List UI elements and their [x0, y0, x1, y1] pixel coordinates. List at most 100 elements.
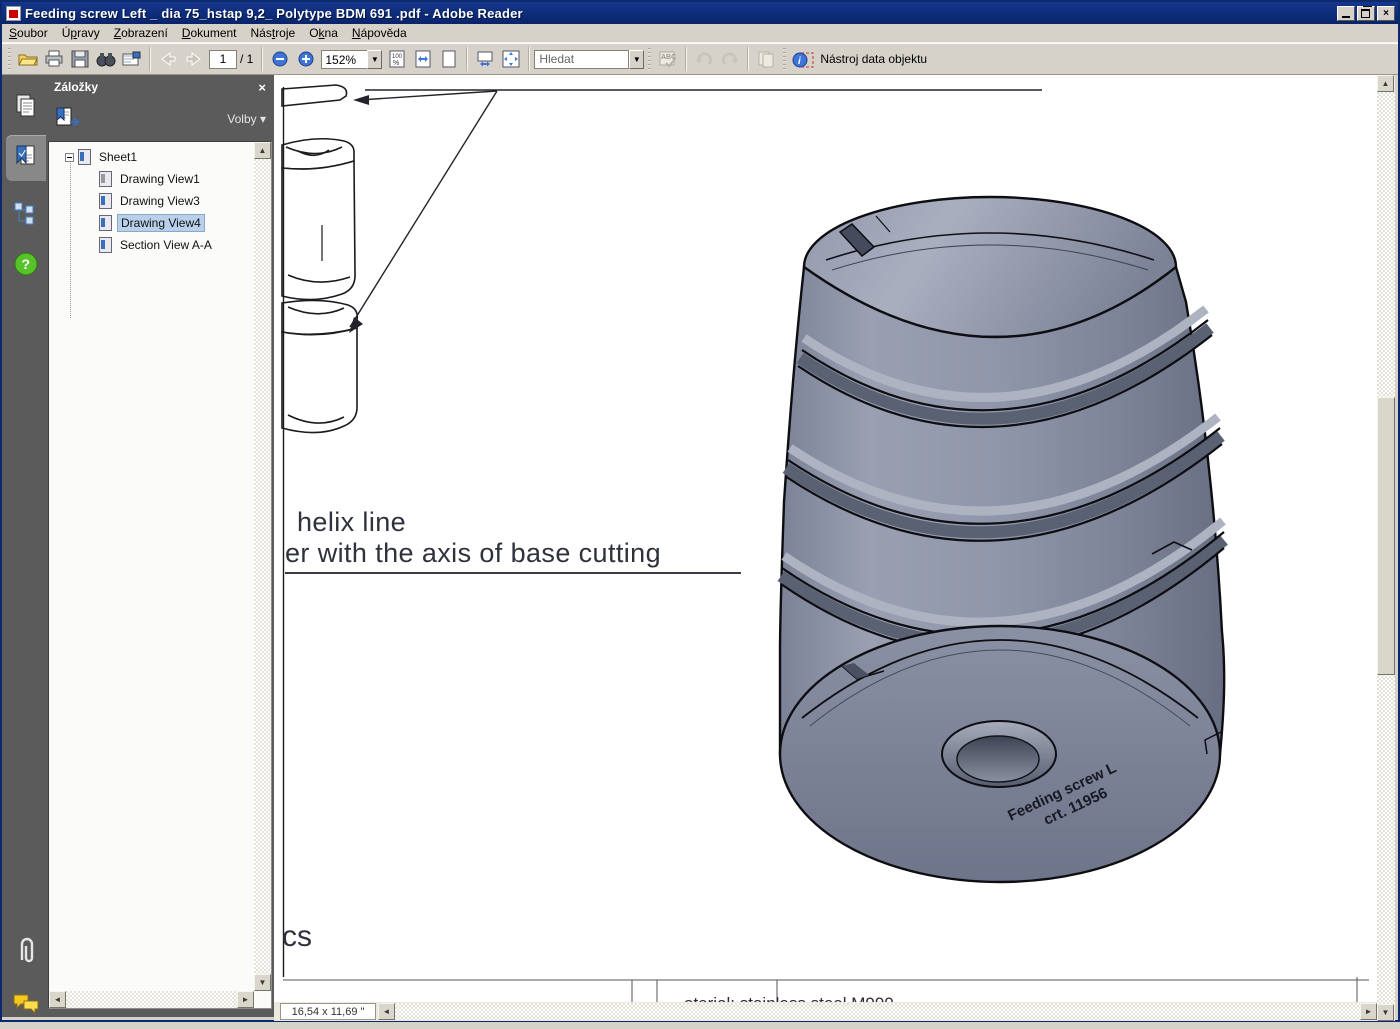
fit-width-button[interactable] [410, 46, 436, 72]
scroll-up-icon[interactable]: ▲ [254, 142, 271, 159]
model-tree-icon [13, 201, 39, 232]
scroll-pages-button[interactable] [472, 46, 498, 72]
scroll-left-icon[interactable]: ◄ [49, 991, 66, 1008]
floppy-save-icon [71, 50, 89, 68]
fit-page-button[interactable] [436, 46, 462, 72]
bookmarks-panel-toolbar: Volby ▾ [46, 99, 274, 139]
scroll-right-icon[interactable]: ► [237, 991, 254, 1008]
menu-dokument[interactable]: Dokument [175, 24, 244, 42]
object-data-tool-button[interactable]: i [790, 46, 816, 72]
adobe-reader-window: Feeding screw Left _ dia 75_hstap 9,2_ P… [0, 0, 1400, 1022]
tree-vertical-scrollbar[interactable]: ▲ ▼ [254, 142, 271, 991]
search-input[interactable] [534, 50, 629, 69]
zoom-in-button[interactable] [293, 46, 319, 72]
object-data-tool-label[interactable]: Nástroj data objektu [820, 52, 927, 66]
attachments-tab[interactable] [6, 930, 46, 976]
email-icon [122, 51, 142, 67]
document-horizontal-scrollbar[interactable]: 16,54 x 11,69 " ◄ ► [274, 1002, 1377, 1021]
previous-page-button[interactable] [155, 46, 181, 72]
bookmark-drawing-view3[interactable]: Drawing View3 [99, 190, 203, 212]
toolbar-grip[interactable] [8, 48, 11, 70]
collapse-expander-icon[interactable] [65, 153, 74, 162]
toolbar: / 1 152% ▼ 100% ▼ ABC [2, 43, 1398, 75]
copy-icon [757, 50, 775, 68]
bookmarks-icon [14, 143, 38, 174]
save-button[interactable] [67, 46, 93, 72]
zoom-level-combo[interactable]: 152% ▼ [321, 50, 382, 69]
titlebar[interactable]: Feeding screw Left _ dia 75_hstap 9,2_ P… [2, 2, 1398, 24]
menu-napoveda[interactable]: Nápověda [345, 24, 414, 42]
menu-okna[interactable]: Okna [302, 24, 345, 42]
toolbar-separator [528, 47, 530, 71]
spellcheck-button[interactable]: ABC [655, 46, 681, 72]
scroll-right-icon[interactable]: ► [1360, 1003, 1377, 1020]
print-button[interactable] [41, 46, 67, 72]
document-page[interactable]: aterial: stainless steel M999 helix line… [274, 75, 1380, 1002]
chevron-down-icon[interactable]: ▼ [367, 50, 382, 69]
tree-horizontal-scrollbar[interactable]: ◄ ► [49, 991, 254, 1008]
zoom-out-button[interactable] [267, 46, 293, 72]
menubar: Soubor Úpravy Zobrazení Dokument Nástroj… [2, 24, 1398, 43]
zoom-in-icon [297, 50, 315, 68]
bookmark-drawing-view1[interactable]: Drawing View1 [99, 168, 203, 190]
model-tree-tab[interactable] [6, 193, 46, 239]
window-title: Feeding screw Left _ dia 75_hstap 9,2_ P… [25, 6, 1333, 21]
toolbar-grip[interactable] [783, 48, 786, 70]
document-vertical-scrollbar[interactable]: ▲ ▼ [1377, 75, 1395, 1021]
bookmark-label: Drawing View1 [117, 171, 203, 187]
page-number-input[interactable] [209, 50, 237, 69]
page-total-label: / 1 [240, 52, 253, 66]
menu-upravy[interactable]: Úpravy [55, 24, 107, 42]
search-button[interactable] [93, 46, 119, 72]
scroll-down-icon[interactable]: ▼ [254, 974, 271, 991]
printer-icon [44, 50, 64, 68]
toolbar-separator [261, 47, 263, 71]
menu-soubor[interactable]: Soubor [2, 24, 55, 42]
actual-size-button[interactable]: 100% [384, 46, 410, 72]
bookmarks-panel-header: Záložky × [46, 75, 274, 99]
pages-tab[interactable] [6, 85, 46, 131]
rotate-cw-button[interactable] [717, 46, 743, 72]
bookmarks-tab[interactable] [6, 135, 46, 181]
next-page-button[interactable] [181, 46, 207, 72]
scroll-up-icon[interactable]: ▲ [1377, 75, 1394, 92]
fit-visible-button[interactable] [498, 46, 524, 72]
toolbar-separator [149, 47, 151, 71]
fit-width-icon [414, 50, 432, 68]
bookmark-label: Sheet1 [96, 149, 140, 165]
actual-size-icon: 100% [388, 50, 406, 68]
pdf-app-icon [6, 6, 21, 21]
close-button[interactable]: × [1377, 6, 1395, 21]
restore-button[interactable] [1357, 6, 1375, 21]
search-dropdown-arrow[interactable]: ▼ [629, 50, 644, 69]
expand-bookmark-icon[interactable] [54, 106, 80, 133]
help-tab[interactable]: ? [6, 243, 46, 289]
help-icon: ? [13, 251, 39, 282]
rotate-ccw-button[interactable] [691, 46, 717, 72]
scroll-pages-icon [476, 50, 494, 68]
bookmark-label: Section View A-A [117, 237, 215, 253]
email-button[interactable] [119, 46, 145, 72]
minimize-button[interactable] [1337, 6, 1355, 21]
scroll-down-icon[interactable]: ▼ [1377, 1004, 1394, 1021]
pages-icon [14, 93, 38, 124]
vertical-scroll-thumb[interactable] [1377, 397, 1395, 675]
arrow-left-icon [159, 51, 177, 67]
screw-3d-render: Feeding screw L crt. 11956 [772, 172, 1232, 892]
comments-tab[interactable] [6, 983, 46, 1029]
options-menu-button[interactable]: Volby ▾ [227, 112, 266, 126]
panel-close-icon[interactable]: × [258, 80, 266, 95]
note-axis-base-cutting: er with the axis of base cutting [285, 538, 741, 574]
open-button[interactable] [15, 46, 41, 72]
bookmark-drawing-view4[interactable]: Drawing View4 [99, 212, 205, 234]
bookmark-sheet1[interactable]: Sheet1 [65, 146, 140, 168]
menu-nastroje[interactable]: Nástroje [244, 24, 303, 42]
toolbar-grip[interactable] [648, 48, 651, 70]
binoculars-icon [96, 51, 116, 67]
bookmark-page-icon [99, 171, 112, 187]
copy-button[interactable] [753, 46, 779, 72]
bookmark-page-icon [99, 215, 112, 231]
scroll-left-icon[interactable]: ◄ [378, 1003, 395, 1020]
bookmark-section-view-aa[interactable]: Section View A-A [99, 234, 215, 256]
menu-zobrazeni[interactable]: Zobrazení [107, 24, 175, 42]
